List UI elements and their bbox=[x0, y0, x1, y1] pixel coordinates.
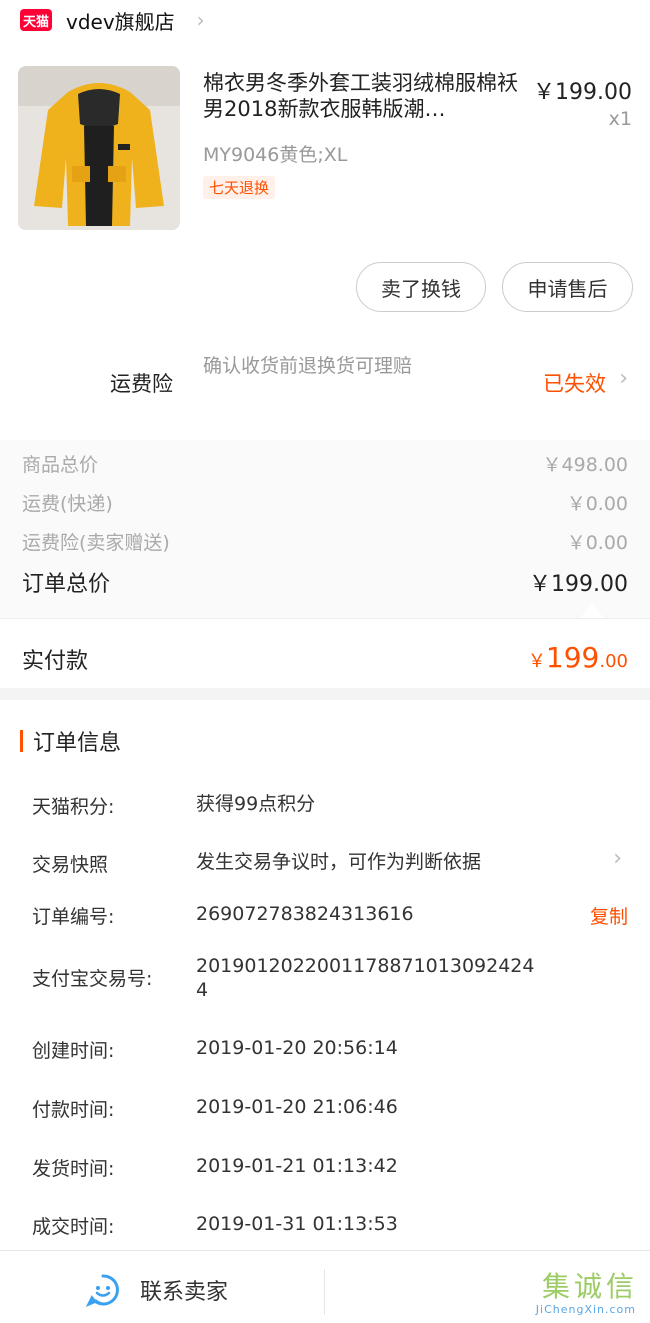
shipping-insurance-row[interactable]: 运费险 确认收货前退换货可理赔 已失效 › bbox=[0, 340, 650, 420]
store-header[interactable]: 天猫 vdev旗舰店 › bbox=[0, 0, 650, 40]
section-divider bbox=[0, 688, 650, 700]
order-number-key: 订单编号: bbox=[32, 906, 115, 928]
shipped-time-key: 发货时间: bbox=[32, 1158, 115, 1180]
tmall-logo: 天猫 bbox=[20, 9, 52, 31]
product-title[interactable]: 棉衣男冬季外套工装羽绒棉服棉袄男2018新款衣服韩版潮… bbox=[203, 70, 523, 122]
contact-seller-button[interactable]: 联系卖家 bbox=[86, 1273, 228, 1307]
amount-integer: 199 bbox=[545, 641, 600, 674]
insurance-fee-label: 运费险(卖家赠送) bbox=[22, 532, 170, 554]
watermark-text: 集诚信 bbox=[541, 1270, 638, 1303]
watermark: 集诚信 JiChengXin.com bbox=[520, 1265, 644, 1321]
bottom-separator bbox=[324, 1269, 325, 1315]
product-quantity: x1 bbox=[608, 108, 632, 130]
currency-symbol: ￥ bbox=[527, 651, 546, 672]
completed-time-value: 2019-01-31 01:13:53 bbox=[196, 1213, 398, 1235]
product-image[interactable] bbox=[18, 66, 180, 230]
product-sku: MY9046黄色;XL bbox=[203, 144, 348, 166]
store-name[interactable]: vdev旗舰店 bbox=[66, 6, 175, 35]
order-total-label: 订单总价 bbox=[22, 572, 111, 597]
actual-paid-amount: ￥199.00 bbox=[528, 641, 628, 674]
order-total-value: ￥199.00 bbox=[529, 572, 628, 597]
shipping-row: 运费(快递) ￥0.00 bbox=[22, 489, 628, 516]
shipping-label: 运费(快递) bbox=[22, 493, 113, 515]
goods-total-value: ￥498.00 bbox=[542, 454, 628, 476]
shipped-time-value: 2019-01-21 01:13:42 bbox=[196, 1155, 398, 1177]
watermark-url: JiChengXin.com bbox=[535, 1303, 636, 1316]
insurance-status: 已失效 bbox=[543, 372, 606, 396]
chevron-right-icon: › bbox=[619, 366, 628, 391]
snapshot-key: 交易快照 bbox=[32, 854, 109, 876]
insurance-label: 运费险 bbox=[110, 372, 173, 396]
actual-paid-label: 实付款 bbox=[22, 649, 89, 674]
points-key: 天猫积分: bbox=[32, 796, 115, 818]
contact-seller-label: 联系卖家 bbox=[140, 1280, 229, 1305]
created-time-value: 2019-01-20 20:56:14 bbox=[196, 1037, 398, 1059]
chat-bubble-icon bbox=[86, 1274, 119, 1307]
paid-time-key: 付款时间: bbox=[32, 1099, 115, 1121]
product-price: ￥199.00 bbox=[533, 80, 632, 105]
alipay-value: 20190120220011788710130924244 bbox=[196, 955, 535, 1001]
amount-decimal: .00 bbox=[599, 651, 628, 672]
points-value: 获得99点积分 bbox=[196, 793, 316, 815]
actual-paid-row: 实付款 ￥199.00 bbox=[0, 618, 650, 688]
bottom-bar: 联系卖家 集诚信 JiChengXin.com bbox=[0, 1250, 650, 1323]
order-info-header: 订单信息 bbox=[20, 725, 121, 757]
paid-time-value: 2019-01-20 21:06:46 bbox=[196, 1096, 398, 1118]
order-total-row: 订单总价 ￥199.00 bbox=[22, 566, 628, 598]
snapshot-value: 发生交易争议时，可作为判断依据 bbox=[196, 851, 482, 873]
return-policy-badge: 七天退换 bbox=[203, 176, 276, 199]
accent-bar bbox=[20, 730, 23, 752]
pointer-notch bbox=[580, 604, 604, 618]
created-time-key: 创建时间: bbox=[32, 1040, 115, 1062]
chevron-right-icon: › bbox=[613, 846, 622, 871]
insurance-fee-value: ￥0.00 bbox=[566, 532, 628, 554]
insurance-fee-row: 运费险(卖家赠送) ￥0.00 bbox=[22, 528, 628, 555]
sell-button[interactable]: 卖了换钱 bbox=[356, 262, 486, 312]
goods-total-row: 商品总价 ￥498.00 bbox=[22, 450, 628, 477]
alipay-key: 支付宝交易号: bbox=[32, 968, 153, 990]
price-breakdown: 商品总价 ￥498.00 运费(快递) ￥0.00 运费险(卖家赠送) ￥0.0… bbox=[0, 440, 650, 618]
copy-button[interactable]: 复制 bbox=[590, 902, 628, 929]
after-sale-button[interactable]: 申请售后 bbox=[502, 262, 633, 312]
completed-time-key: 成交时间: bbox=[32, 1216, 115, 1238]
insurance-description: 确认收货前退换货可理赔 bbox=[203, 355, 413, 377]
goods-total-label: 商品总价 bbox=[22, 454, 99, 476]
chevron-right-icon: › bbox=[196, 8, 205, 32]
product-item[interactable]: 棉衣男冬季外套工装羽绒棉服棉袄男2018新款衣服韩版潮… ￥199.00 x1 … bbox=[0, 66, 650, 236]
shipping-value: ￥0.00 bbox=[566, 493, 628, 515]
order-number-value: 269072783824313616 bbox=[196, 903, 414, 925]
order-info-title: 订单信息 bbox=[33, 731, 122, 756]
